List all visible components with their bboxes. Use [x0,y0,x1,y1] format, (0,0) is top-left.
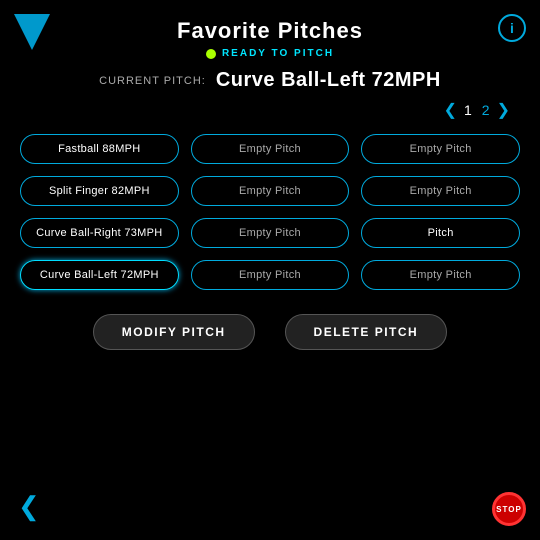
delete-pitch-button[interactable]: DELETE PITCH [285,314,448,350]
pitch-button-6[interactable]: Curve Ball-Right 73MPH [20,218,179,248]
current-pitch-row: CURRENT PITCH: Curve Ball-Left 72MPH [0,69,540,92]
pitch-grid: Fastball 88MPH Empty Pitch Empty Pitch Spli… [0,124,540,300]
ready-badge: READY TO PITCH [0,48,540,59]
pagination-next[interactable]: ❯ [497,100,510,120]
pitch-button-4[interactable]: Empty Pitch [191,176,350,206]
pitch-button-3[interactable]: Split Finger 82MPH [20,176,179,206]
pagination-page-2[interactable]: 2 [482,102,490,118]
pitch-button-8[interactable]: Pitch [361,218,520,248]
stop-label: STOP [496,505,522,514]
pagination: ❮ 1 2 ❯ [0,100,540,120]
ready-text: READY TO PITCH [222,48,334,59]
back-button[interactable]: ❮ [18,491,40,522]
info-button[interactable]: i [498,14,526,42]
pitch-button-11[interactable]: Empty Pitch [361,260,520,290]
pitch-button-1[interactable]: Empty Pitch [191,134,350,164]
current-pitch-label: CURRENT PITCH: [99,75,206,87]
current-pitch-value: Curve Ball-Left 72MPH [216,69,441,92]
pitch-button-9[interactable]: Curve Ball-Left 72MPH [20,260,179,290]
pagination-prev[interactable]: ❮ [444,100,457,120]
header: i Favorite Pitches READY TO PITCH [0,0,540,63]
pitch-button-10[interactable]: Empty Pitch [191,260,350,290]
ready-dot-icon [206,49,216,59]
page-title: Favorite Pitches [0,18,540,44]
modify-pitch-button[interactable]: MODIFY PITCH [93,314,255,350]
stop-button[interactable]: STOP [492,492,526,526]
pagination-page-1[interactable]: 1 [464,102,472,118]
action-row: MODIFY PITCH DELETE PITCH [0,314,540,350]
pitch-button-7[interactable]: Empty Pitch [191,218,350,248]
pitch-button-2[interactable]: Empty Pitch [361,134,520,164]
pitch-button-5[interactable]: Empty Pitch [361,176,520,206]
pitch-button-0[interactable]: Fastball 88MPH [20,134,179,164]
